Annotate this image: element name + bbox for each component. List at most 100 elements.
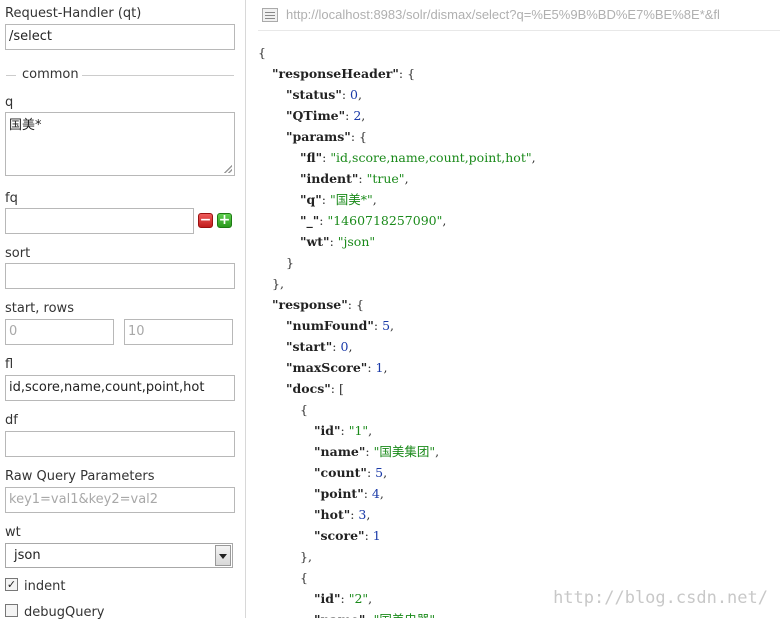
json-punct: ,	[435, 444, 440, 459]
json-punct: :	[321, 192, 330, 207]
q-textarea[interactable]: 国美*	[5, 112, 235, 176]
watermark: http://blog.csdn.net/	[553, 588, 768, 608]
chevron-down-icon[interactable]	[215, 545, 231, 566]
json-punct: :	[329, 234, 338, 249]
json-punct: ,	[442, 213, 447, 228]
json-punct: ,	[435, 612, 439, 618]
json-string: "id,score,name,count,point,hot"	[330, 150, 532, 165]
json-line: {	[300, 399, 308, 420]
resize-grip-icon[interactable]	[224, 165, 232, 173]
json-line: "count": 5,	[314, 462, 387, 483]
json-punct: ,	[372, 192, 377, 207]
json-line: "indent": "true",	[300, 168, 409, 189]
json-punct: },	[272, 276, 284, 291]
json-punct: ,	[361, 108, 366, 123]
json-line: "name": "国美集团",	[314, 441, 439, 462]
json-key: "_"	[300, 213, 320, 228]
json-string: "国美集团"	[373, 444, 436, 459]
json-key: "name"	[314, 444, 366, 459]
json-key: "id"	[314, 591, 341, 606]
json-string: "国美*"	[329, 192, 373, 207]
json-key: "point"	[314, 486, 364, 501]
debugquery-checkbox[interactable]	[5, 604, 18, 617]
wt-selected-value: json	[14, 548, 41, 563]
fq-label: fq	[5, 191, 18, 206]
json-number: 5	[382, 318, 391, 333]
q-label: q	[5, 95, 14, 110]
fl-label: fl	[5, 357, 14, 372]
json-line: "response": {	[272, 294, 364, 315]
df-input[interactable]	[5, 431, 235, 457]
common-legend: common	[22, 67, 79, 82]
json-line: "params": {	[286, 126, 367, 147]
json-punct: }	[286, 255, 294, 270]
json-punct: {	[300, 570, 308, 585]
json-line: {	[300, 567, 308, 588]
json-punct: :	[373, 318, 383, 333]
json-line: "numFound": 5,	[286, 315, 394, 336]
json-punct: : {	[350, 129, 367, 144]
json-key: "QTime"	[286, 108, 346, 123]
json-key: "count"	[314, 465, 367, 480]
json-line: "hot": 3,	[314, 504, 370, 525]
check-icon: ✓	[6, 578, 17, 591]
sort-input[interactable]	[5, 263, 235, 289]
request-url-link[interactable]: http://localhost:8983/solr/dismax/select…	[258, 4, 780, 26]
json-line: "status": 0,	[286, 84, 362, 105]
wt-label: wt	[5, 525, 21, 540]
raw-query-input[interactable]: key1=val1&key2=val2	[5, 487, 235, 513]
json-line: "id": "1",	[314, 420, 372, 441]
json-line: "maxScore": 1,	[286, 357, 387, 378]
json-line: "start": 0,	[286, 336, 352, 357]
json-string: "true"	[366, 171, 405, 186]
remove-fq-button[interactable]: −	[198, 213, 213, 228]
json-number: 0	[350, 87, 358, 102]
json-key: "maxScore"	[286, 360, 368, 375]
json-punct: :	[358, 171, 367, 186]
json-punct: ,	[366, 507, 371, 522]
json-punct: :	[363, 486, 372, 501]
request-handler-label: Request-Handler (qt)	[5, 6, 142, 21]
json-line: "q": "国美*",	[300, 189, 377, 210]
json-line: "wt": "json"	[300, 231, 375, 252]
json-key: "docs"	[286, 381, 331, 396]
json-key: "status"	[286, 87, 342, 102]
json-punct: :	[341, 87, 351, 102]
json-key: "q"	[300, 192, 322, 207]
indent-label: indent	[24, 579, 66, 594]
json-punct: :	[340, 423, 349, 438]
json-string: "json"	[337, 234, 376, 249]
df-label: df	[5, 413, 18, 428]
json-number: 4	[371, 486, 380, 501]
json-line: },	[300, 546, 312, 567]
fl-input[interactable]: id,score,name,count,point,hot	[5, 375, 235, 401]
json-key: "fl"	[300, 150, 323, 165]
json-punct: : {	[398, 66, 416, 81]
request-handler-input[interactable]: /select	[5, 24, 235, 50]
fq-input[interactable]	[5, 208, 194, 234]
json-number: 1	[372, 528, 381, 543]
json-string: "1460718257090"	[327, 213, 443, 228]
json-punct: ,	[368, 423, 373, 438]
json-key: "params"	[286, 129, 351, 144]
json-punct: },	[300, 549, 312, 564]
json-key: "id"	[314, 423, 341, 438]
json-key: "hot"	[314, 507, 351, 522]
json-punct: :	[364, 528, 373, 543]
json-punct: :	[367, 360, 376, 375]
json-string: "1"	[348, 423, 369, 438]
json-punct: ,	[368, 591, 373, 606]
page-icon	[262, 8, 278, 22]
json-key: "name"	[314, 612, 365, 618]
json-key: "responseHeader"	[272, 66, 399, 81]
common-divider	[6, 75, 16, 76]
rows-input[interactable]: 10	[124, 319, 233, 345]
add-fq-button[interactable]: +	[217, 213, 232, 228]
indent-checkbox[interactable]: ✓	[5, 578, 18, 591]
json-line: "QTime": 2,	[286, 105, 365, 126]
request-url-text: http://localhost:8983/solr/dismax/select…	[286, 7, 720, 22]
wt-select[interactable]: json	[5, 543, 233, 568]
json-string: "2"	[348, 591, 369, 606]
json-key: "response"	[272, 297, 348, 312]
start-input[interactable]: 0	[5, 319, 114, 345]
